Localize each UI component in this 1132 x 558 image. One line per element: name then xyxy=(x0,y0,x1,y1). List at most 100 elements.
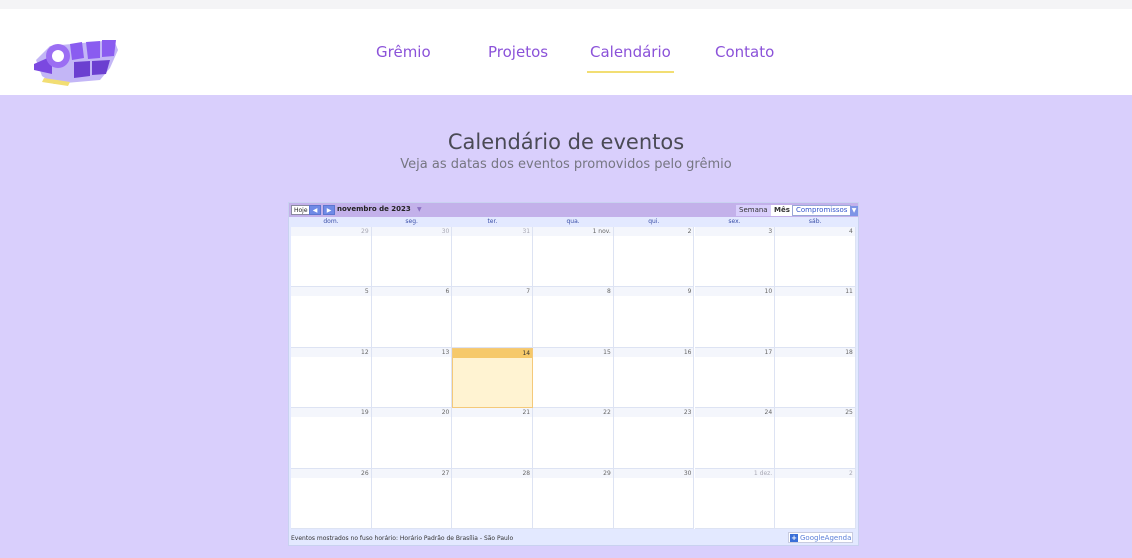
day-cell[interactable]: 18 xyxy=(775,347,856,409)
chevron-right-icon: ▶ xyxy=(326,207,332,214)
day-number: 28 xyxy=(522,469,531,477)
day-number: 14 xyxy=(522,349,531,357)
day-number: 22 xyxy=(603,409,611,417)
day-cell[interactable]: 4 xyxy=(775,227,856,288)
day-cell-header xyxy=(452,287,533,297)
day-cell[interactable]: 17 xyxy=(694,347,776,409)
day-cell-header xyxy=(533,468,613,478)
day-cell-header xyxy=(452,227,533,236)
day-cell[interactable]: 23 xyxy=(613,408,695,469)
nav-item-projetos[interactable]: Projetos xyxy=(488,43,548,61)
nav-item-gremio[interactable]: Grêmio xyxy=(376,43,431,61)
triangle-down-icon: ▼ xyxy=(851,207,857,214)
day-cell-today[interactable]: 14 xyxy=(452,347,534,409)
day-cell[interactable]: 2 xyxy=(613,227,695,288)
day-number: 29 xyxy=(603,469,611,477)
month-grid: 29 30 31 1 nov. 2 3 4 5 6 7 8 9 10 11 12 13 14 15 16 17 18 19… xyxy=(291,227,856,529)
nav-item-calendario[interactable]: Calendário xyxy=(587,43,674,73)
google-agenda-label: GoogleAgenda xyxy=(800,534,852,542)
day-number: 2 xyxy=(849,469,853,477)
day-cell[interactable]: 16 xyxy=(613,347,695,409)
day-number: 1 dez. xyxy=(753,469,773,477)
view-tab-month[interactable]: Mês xyxy=(771,205,793,216)
day-cell[interactable]: 25 xyxy=(775,408,856,469)
page-title: Calendário de eventos xyxy=(447,130,685,154)
day-cell[interactable]: 11 xyxy=(775,287,856,348)
calendar-footer: Eventos mostrados no fuso horário: Horár… xyxy=(289,530,858,545)
weekday-label: sáb. xyxy=(808,218,822,225)
day-number: 15 xyxy=(603,348,611,356)
day-cell[interactable]: 21 xyxy=(452,408,534,469)
day-cell-header xyxy=(371,408,452,418)
day-cell[interactable]: 29 xyxy=(533,468,614,529)
day-cell[interactable]: 26 xyxy=(291,468,372,529)
day-cell[interactable]: 2 xyxy=(775,468,856,529)
next-month-button[interactable]: ▶ xyxy=(323,205,335,215)
day-cell[interactable]: 1 nov. xyxy=(533,227,614,288)
view-menu-arrow[interactable]: ▼ xyxy=(850,206,858,216)
nav-item-contato[interactable]: Contato xyxy=(715,43,774,61)
day-cell[interactable]: 30 xyxy=(371,227,453,288)
day-cell[interactable]: 6 xyxy=(371,287,453,348)
day-cell[interactable]: 5 xyxy=(291,287,372,348)
day-cell-header xyxy=(371,227,452,236)
view-tab-agenda[interactable]: Compromissos xyxy=(792,205,852,216)
view-tab-week[interactable]: Semana xyxy=(736,205,771,216)
current-month-label: novembro de 2023 xyxy=(337,205,411,213)
day-cell[interactable]: 19 xyxy=(291,408,372,469)
day-cell-header xyxy=(533,347,613,357)
day-cell-header xyxy=(291,287,371,297)
day-number: 12 xyxy=(361,348,369,356)
day-number: 1 nov. xyxy=(592,228,611,235)
day-cell[interactable]: 7 xyxy=(452,287,534,348)
day-cell-header xyxy=(533,408,613,418)
day-cell[interactable]: 3 xyxy=(694,227,776,288)
weekday-label: qua. xyxy=(566,218,580,225)
day-number: 30 xyxy=(441,228,450,235)
day-cell-header xyxy=(291,468,371,478)
day-cell[interactable]: 9 xyxy=(613,287,695,348)
day-number: 6 xyxy=(445,288,450,296)
day-cell[interactable]: 31 xyxy=(452,227,534,288)
main-nav: Grêmio Projetos Calendário Contato xyxy=(0,43,1132,73)
day-number: 11 xyxy=(845,288,853,296)
day-cell-header xyxy=(291,408,371,418)
day-cell-header xyxy=(291,227,371,236)
day-cell-header xyxy=(775,287,855,297)
day-cell-header xyxy=(371,468,452,478)
day-number: 17 xyxy=(764,348,773,356)
triangle-down-icon[interactable]: ▼ xyxy=(417,206,422,213)
prev-month-button[interactable]: ◀ xyxy=(309,205,321,215)
google-agenda-badge[interactable]: + GoogleAgenda xyxy=(788,532,853,543)
day-cell[interactable]: 13 xyxy=(371,347,453,409)
day-number: 13 xyxy=(441,348,450,356)
day-number: 25 xyxy=(845,409,853,417)
day-number: 31 xyxy=(522,228,531,235)
day-cell-header xyxy=(694,408,775,418)
plus-icon: + xyxy=(790,534,798,542)
day-cell[interactable]: 15 xyxy=(533,347,614,409)
day-cell-header xyxy=(775,347,855,357)
day-cell[interactable]: 24 xyxy=(694,408,776,469)
day-cell[interactable]: 10 xyxy=(694,287,776,348)
day-cell[interactable]: 8 xyxy=(533,287,614,348)
day-cell-header xyxy=(694,347,775,357)
day-cell[interactable]: 27 xyxy=(371,468,453,529)
day-cell[interactable]: 29 xyxy=(291,227,372,288)
day-cell[interactable]: 1 dez. xyxy=(694,468,776,529)
day-cell[interactable]: 30 xyxy=(613,468,695,529)
day-cell-header xyxy=(613,468,694,478)
day-cell[interactable]: 12 xyxy=(291,347,372,409)
day-cell[interactable]: 22 xyxy=(533,408,614,469)
day-number: 19 xyxy=(361,409,369,417)
today-button[interactable]: Hoje xyxy=(291,205,311,215)
day-number: 30 xyxy=(683,469,692,477)
embedded-calendar: Hoje ◀ ▶ novembro de 2023 ▼ Semana Mês C… xyxy=(288,202,859,546)
day-cell-header xyxy=(613,408,694,418)
day-number: 10 xyxy=(764,288,773,296)
day-cell[interactable]: 28 xyxy=(452,468,534,529)
day-cell[interactable]: 20 xyxy=(371,408,453,469)
top-navigation-bar: Grêmio Projetos Calendário Contato xyxy=(0,0,1132,95)
day-number: 26 xyxy=(361,469,369,477)
day-cell-header xyxy=(371,347,452,357)
